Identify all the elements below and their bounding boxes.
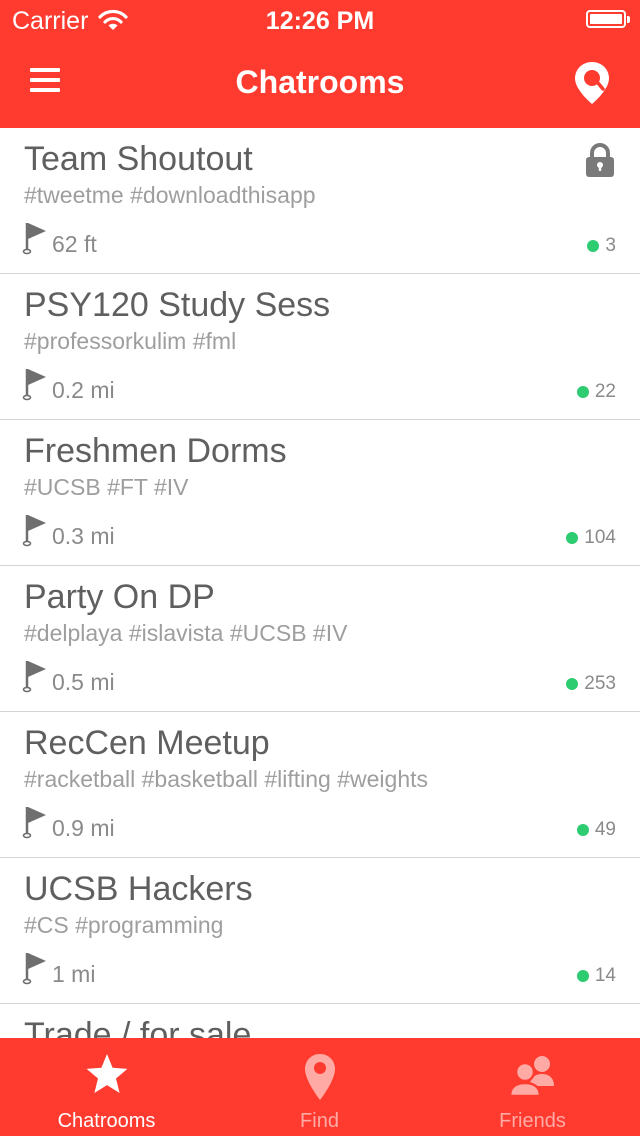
- chatroom-row-trade-for-sale[interactable]: Trade / for sale: [0, 1004, 640, 1038]
- chatroom-distance: 0.3 mi: [52, 523, 115, 549]
- tab-label: Find: [300, 1110, 339, 1132]
- member-count-value: 22: [594, 381, 616, 402]
- menu-icon: [30, 68, 60, 72]
- tab-find[interactable]: Find: [213, 1038, 426, 1136]
- member-count: 49: [576, 819, 616, 841]
- chatroom-name: RecCen Meetup: [24, 724, 270, 762]
- member-count: 104: [566, 527, 616, 549]
- online-dot-icon: [566, 678, 579, 690]
- tab-friends[interactable]: Friends: [426, 1038, 639, 1136]
- online-dot-icon: [576, 970, 589, 982]
- chatroom-name: UCSB Hackers: [24, 870, 253, 908]
- chatroom-name: Trade / for sale: [24, 1016, 252, 1038]
- flag-icon: [22, 369, 46, 401]
- menu-icon-bar: [30, 88, 60, 92]
- chatroom-distance: 0.5 mi: [52, 669, 115, 695]
- member-count: 3: [587, 235, 616, 257]
- chatroom-row-reccen-meetup[interactable]: RecCen Meetup #racketball #basketball #l…: [0, 712, 640, 858]
- chatroom-distance: 0.9 mi: [52, 815, 115, 841]
- flag-icon: [22, 223, 46, 255]
- flag-icon: [22, 953, 46, 985]
- tab-label: Friends: [499, 1110, 566, 1132]
- chatroom-list[interactable]: Team Shoutout #tweetme #downloadthisapp …: [0, 128, 640, 1038]
- friends-icon: [508, 1052, 558, 1103]
- chatroom-name: PSY120 Study Sess: [24, 286, 331, 324]
- flag-icon: [22, 807, 46, 839]
- member-count: 22: [576, 381, 616, 403]
- chatroom-name: Freshmen Dorms: [24, 432, 287, 470]
- member-count-value: 104: [584, 527, 616, 548]
- flag-icon: [22, 515, 46, 547]
- chatroom-distance: 1 mi: [52, 961, 96, 987]
- map-pin-icon: [303, 1052, 337, 1107]
- location-pin-icon[interactable]: [572, 60, 612, 106]
- battery-icon: [586, 10, 630, 28]
- chatroom-tags: #professorkulim #fml: [24, 328, 237, 354]
- chatroom-row-team-shoutout[interactable]: Team Shoutout #tweetme #downloadthisapp …: [0, 128, 640, 274]
- member-count: 14: [576, 965, 616, 987]
- member-count: 253: [566, 673, 616, 695]
- chatroom-row-psy120-study-sess[interactable]: PSY120 Study Sess #professorkulim #fml 0…: [0, 274, 640, 420]
- chatroom-name: Team Shoutout: [24, 140, 253, 178]
- lock-icon: [586, 143, 614, 177]
- member-count-value: 49: [594, 819, 616, 840]
- chatroom-distance: 0.2 mi: [52, 377, 115, 403]
- chatroom-row-party-on-dp[interactable]: Party On DP #delplaya #islavista #UCSB #…: [0, 566, 640, 712]
- star-icon: [84, 1052, 130, 1101]
- online-dot-icon: [576, 386, 589, 398]
- chatroom-tags: #UCSB #FT #IV: [24, 474, 189, 500]
- online-dot-icon: [587, 240, 600, 252]
- tab-bar: Chatrooms Find Friends: [0, 1038, 640, 1136]
- chatroom-tags: #tweetme #downloadthisapp: [24, 182, 316, 208]
- member-count-value: 3: [605, 235, 616, 256]
- tab-label: Chatrooms: [57, 1110, 156, 1132]
- chatroom-tags: #CS #programming: [24, 912, 224, 938]
- online-dot-icon: [576, 824, 589, 836]
- online-dot-icon: [566, 532, 579, 544]
- menu-icon-bar: [30, 78, 60, 82]
- member-count-value: 253: [584, 673, 616, 694]
- chatroom-distance: 62 ft: [52, 231, 97, 257]
- chatroom-tags: #racketball #basketball #lifting #weight…: [24, 766, 429, 792]
- chatroom-row-freshmen-dorms[interactable]: Freshmen Dorms #UCSB #FT #IV 0.3 mi 104: [0, 420, 640, 566]
- clock: 12:26 PM: [265, 7, 375, 35]
- tab-chatrooms[interactable]: Chatrooms: [0, 1038, 213, 1136]
- chatroom-row-ucsb-hackers[interactable]: UCSB Hackers #CS #programming 1 mi 14: [0, 858, 640, 1004]
- chatroom-tags: #delplaya #islavista #UCSB #IV: [24, 620, 348, 646]
- chatroom-name: Party On DP: [24, 578, 215, 616]
- navigation-bar: Carrier 12:26 PM Chatrooms: [0, 0, 640, 128]
- page-title: Chatrooms: [235, 64, 405, 100]
- menu-button[interactable]: [30, 66, 62, 94]
- status-bar: Carrier 12:26 PM: [0, 0, 640, 40]
- flag-icon: [22, 661, 46, 693]
- member-count-value: 14: [594, 965, 616, 986]
